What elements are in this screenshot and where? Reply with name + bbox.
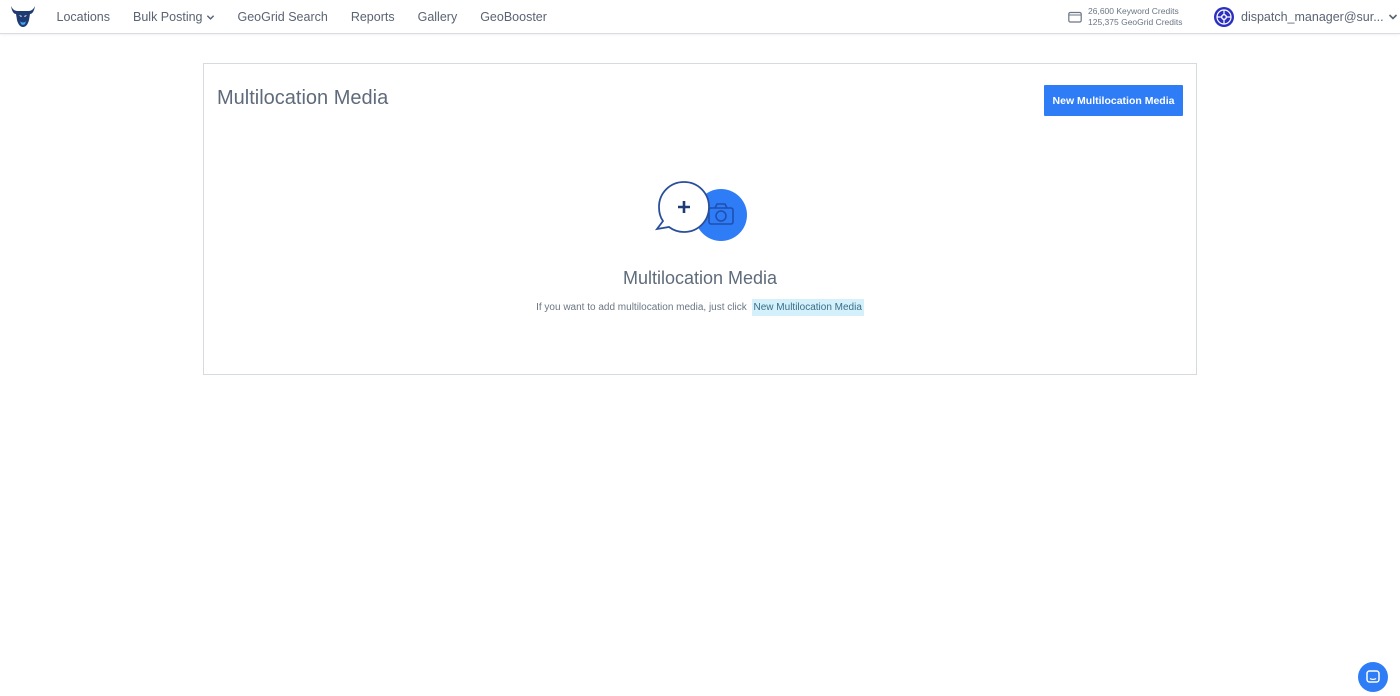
chevron-down-icon bbox=[206, 14, 214, 20]
multilocation-media-card: Multilocation Media New Multilocation Me… bbox=[203, 63, 1197, 375]
globe-avatar-icon bbox=[1214, 7, 1234, 27]
geogrid-credits: 125,375 GeoGrid Credits bbox=[1088, 17, 1183, 27]
credits-summary: 26,600 Keyword Credits 125,375 GeoGrid C… bbox=[1068, 4, 1183, 30]
nav-label: GeoBooster bbox=[480, 10, 547, 24]
user-email: dispatch_manager@sur... bbox=[1241, 10, 1384, 24]
nav-label: Gallery bbox=[417, 10, 458, 24]
page-title: Multilocation Media bbox=[217, 87, 389, 109]
nav-label: GeoGrid Search bbox=[237, 10, 328, 24]
nav-geobooster[interactable]: GeoBooster bbox=[469, 0, 559, 34]
empty-state-help: If you want to add multilocation media, … bbox=[204, 299, 1196, 316]
nav-geogrid-search[interactable]: GeoGrid Search bbox=[226, 0, 339, 34]
top-navbar: Locations Bulk Posting GeoGrid Search Re… bbox=[0, 0, 1400, 34]
new-multilocation-media-button[interactable]: New Multilocation Media bbox=[1044, 85, 1183, 116]
nav-locations[interactable]: Locations bbox=[45, 0, 122, 34]
chat-launcher-button[interactable] bbox=[1358, 662, 1388, 692]
nav-label: Bulk Posting bbox=[133, 10, 203, 24]
keyword-credits: 26,600 Keyword Credits bbox=[1088, 5, 1179, 16]
empty-state-title: Multilocation Media bbox=[622, 268, 778, 288]
nav-reports[interactable]: Reports bbox=[339, 0, 406, 34]
nav-gallery[interactable]: Gallery bbox=[406, 0, 469, 34]
new-multilocation-media-link[interactable]: New Multilocation Media bbox=[751, 299, 864, 316]
nav-label: Locations bbox=[56, 10, 111, 24]
nav-bulk-posting[interactable]: Bulk Posting bbox=[122, 0, 226, 34]
user-menu[interactable]: dispatch_manager@sur... bbox=[1213, 5, 1398, 29]
main-nav: Locations Bulk Posting GeoGrid Search Re… bbox=[45, 0, 558, 34]
credits-lines: 26,600 Keyword Credits 125,375 GeoGrid C… bbox=[1088, 6, 1183, 29]
bull-logo-icon[interactable] bbox=[9, 4, 37, 28]
chevron-down-icon bbox=[1388, 14, 1397, 20]
empty-state-help-text: If you want to add multilocation media, … bbox=[536, 302, 747, 313]
chat-bubble-icon bbox=[1366, 670, 1380, 683]
nav-label: Reports bbox=[350, 10, 395, 24]
add-media-illustration-icon bbox=[654, 181, 747, 241]
wallet-icon bbox=[1068, 11, 1082, 23]
